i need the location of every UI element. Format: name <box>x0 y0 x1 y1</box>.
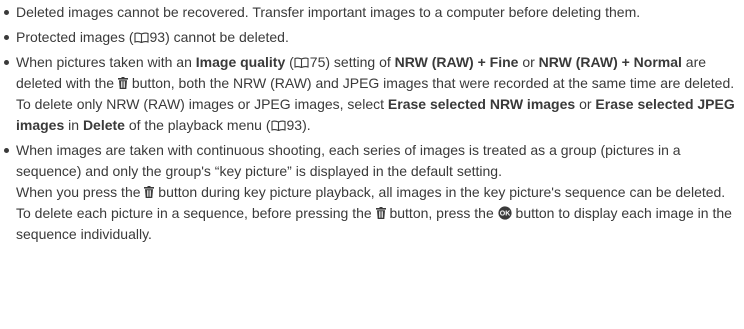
note-text: To delete only NRW (RAW) images or JPEG … <box>16 96 388 112</box>
menu-term: Erase selected NRW images <box>387 96 576 112</box>
note-text: in <box>64 117 83 133</box>
note-item: Deleted images cannot be recovered. Tran… <box>4 2 744 23</box>
notes-list: Deleted images cannot be recovered. Tran… <box>0 0 744 245</box>
note-text: ) cannot be deleted. <box>165 29 289 45</box>
note-item: When images are taken with continuous sh… <box>4 140 744 245</box>
note-text: or <box>518 54 539 70</box>
note-text: ) setting of <box>325 54 395 70</box>
note-text: Deleted images cannot be recovered. Tran… <box>16 4 641 20</box>
book-reference-icon <box>270 120 286 131</box>
note-text: ). <box>302 117 311 133</box>
book-reference-icon <box>133 32 149 43</box>
menu-term: NRW (RAW) + Normal <box>538 54 682 70</box>
note-text: Protected images ( <box>16 29 134 45</box>
note-text: When pictures taken with an <box>16 54 196 70</box>
ok-button-icon: OK <box>498 206 512 220</box>
note-text: button during key picture playback, all … <box>154 184 726 200</box>
page-reference: 75 <box>309 54 326 70</box>
menu-term: Delete <box>82 117 125 133</box>
note-item: When pictures taken with an Image qualit… <box>4 52 744 136</box>
page-reference: 93 <box>286 117 303 133</box>
trash-icon <box>375 207 386 219</box>
svg-text:OK: OK <box>499 211 510 218</box>
note-text: or <box>575 96 596 112</box>
note-item: Protected images ( 93) cannot be deleted. <box>4 27 744 48</box>
note-text: of the playback menu ( <box>124 117 271 133</box>
note-text: button, both the NRW (RAW) and JPEG imag… <box>127 75 735 91</box>
menu-term: NRW (RAW) + Fine <box>394 54 519 70</box>
trash-icon <box>117 77 128 89</box>
note-text: When you press the <box>16 184 145 200</box>
note-text: ( <box>285 54 294 70</box>
page-reference: 93 <box>149 29 166 45</box>
note-text: To delete each picture in a sequence, be… <box>16 205 376 221</box>
note-text: When images are taken with continuous sh… <box>16 142 681 179</box>
trash-icon <box>144 186 155 198</box>
note-text: button, press the <box>385 205 498 221</box>
menu-term: Image quality <box>195 54 286 70</box>
book-reference-icon <box>294 57 309 68</box>
